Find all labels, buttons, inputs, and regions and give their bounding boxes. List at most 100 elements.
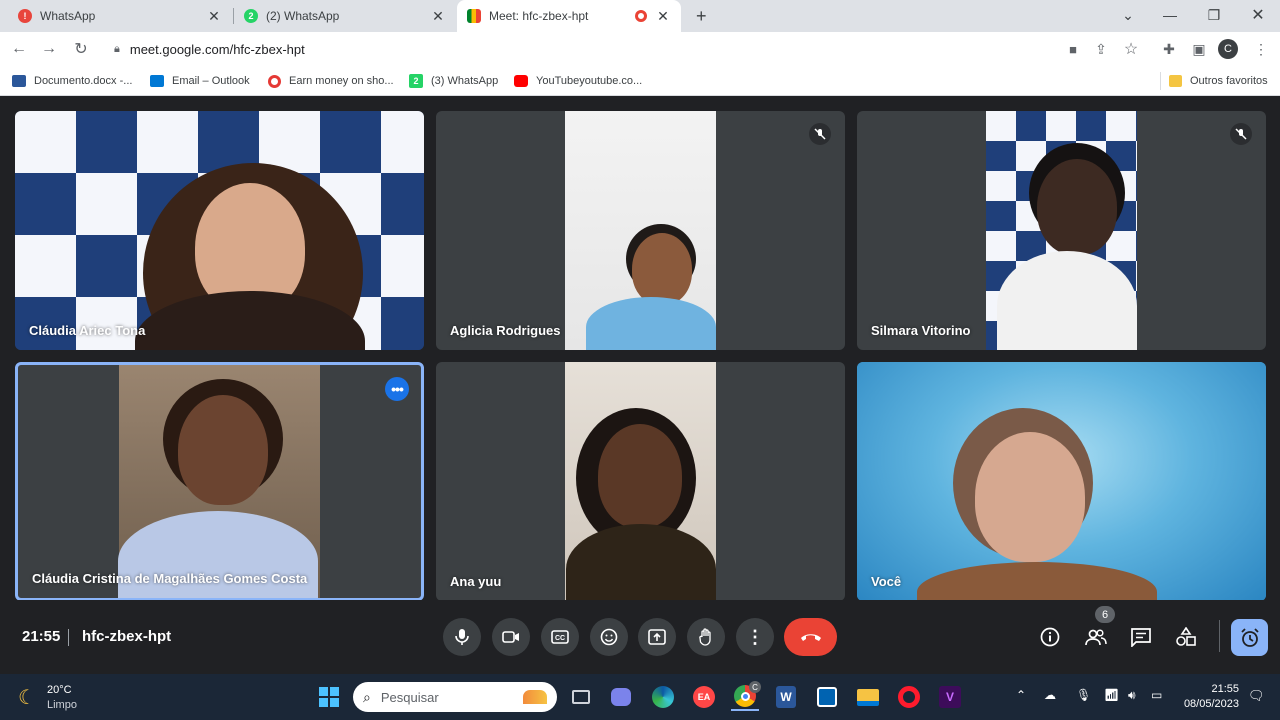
youtube-icon xyxy=(514,75,528,87)
lock-icon: 🔒︎ xyxy=(114,42,120,55)
camera-button[interactable] xyxy=(492,618,530,656)
more-options-button[interactable]: ••• xyxy=(385,377,409,401)
participant-name: Cláudia Cristina de Magalhães Gomes Cost… xyxy=(32,571,308,586)
forward-arrow-icon[interactable]: → xyxy=(38,38,60,60)
volume-icon[interactable]: 🔊︎ xyxy=(1128,688,1136,703)
participant-name: Cláudia Ariec Tona xyxy=(29,323,146,338)
people-button[interactable] xyxy=(1083,624,1109,650)
participant-tile[interactable]: Aglicia Rodrigues xyxy=(436,111,845,350)
participant-name: Aglicia Rodrigues xyxy=(450,323,561,338)
participant-tile-active[interactable]: ••• Cláudia Cristina de Magalhães Gomes … xyxy=(15,362,424,601)
bookmark-documento[interactable]: Documento.docx -... xyxy=(12,72,132,90)
tab-search-icon[interactable]: ⌄ xyxy=(1106,0,1150,30)
captions-button[interactable]: CC xyxy=(541,618,579,656)
profile-avatar[interactable]: C xyxy=(1218,39,1238,59)
search-icon: ⌕ xyxy=(363,688,371,705)
raise-hand-button[interactable] xyxy=(687,618,725,656)
taskbar-search[interactable]: ⌕ Pesquisar xyxy=(353,682,557,712)
cloud-icon[interactable]: ☁ xyxy=(1044,688,1056,702)
reload-icon[interactable]: ↻ xyxy=(70,38,92,60)
menu-dots-icon[interactable]: ⋮ xyxy=(1250,38,1272,60)
participant-tile[interactable]: Cláudia Ariec Tona xyxy=(15,111,424,350)
participant-count-badge: 6 xyxy=(1095,606,1115,623)
taskbar-time[interactable]: 21:55 xyxy=(1181,683,1239,695)
close-tab-icon[interactable]: ✕ xyxy=(206,8,222,25)
participant-tile[interactable]: Ana yuu xyxy=(436,362,845,601)
notifications-icon[interactable]: 🗨︎ xyxy=(1248,688,1265,704)
new-tab-button[interactable]: + xyxy=(686,0,716,32)
video-editor-icon[interactable]: V xyxy=(936,683,964,711)
edge-icon[interactable] xyxy=(649,683,677,711)
whatsapp-icon: 2 xyxy=(244,9,258,23)
bookmark-youtube[interactable]: YouTubeyoutube.co... xyxy=(514,72,642,90)
microphone-icon xyxy=(455,629,469,645)
browser-window: ! WhatsApp ✕ 2 (2) WhatsApp ✕ Meet: hfc-… xyxy=(0,0,1280,96)
show-hidden-icons[interactable]: ⌃ xyxy=(1016,688,1026,702)
share-icon[interactable]: ⇪ xyxy=(1090,38,1112,60)
side-panel-icon[interactable]: ▣ xyxy=(1188,38,1210,60)
more-options-button[interactable]: ⋮ xyxy=(736,618,774,656)
chat-button[interactable] xyxy=(1128,624,1154,650)
whatsapp-icon: 2 xyxy=(409,74,423,88)
present-button[interactable] xyxy=(638,618,676,656)
close-tab-icon[interactable]: ✕ xyxy=(430,8,446,25)
face xyxy=(178,395,268,505)
info-icon xyxy=(1040,627,1060,647)
bookmark-star-icon[interactable]: ☆ xyxy=(1120,38,1142,60)
outlook-icon xyxy=(150,75,164,87)
moon-weather-icon: ☾ xyxy=(18,687,36,709)
battery-icon[interactable]: ▭ xyxy=(1151,688,1162,702)
meeting-clock: 21:55 xyxy=(22,628,61,645)
bookmark-label: Documento.docx -... xyxy=(34,75,133,87)
ea-app-icon[interactable]: EA xyxy=(690,683,718,711)
bookmark-earn-money[interactable]: Earn money on sho... xyxy=(268,72,394,90)
word-taskbar-icon[interactable]: W xyxy=(772,683,800,711)
bookmark-label: Outros favoritos xyxy=(1190,75,1268,87)
microphone-button[interactable] xyxy=(443,618,481,656)
tab-whatsapp-1[interactable]: ! WhatsApp ✕ xyxy=(8,0,232,32)
reactions-button[interactable] xyxy=(590,618,628,656)
activities-button[interactable] xyxy=(1173,624,1199,650)
back-arrow-icon[interactable]: ← xyxy=(8,38,30,60)
word-icon xyxy=(12,75,26,87)
file-explorer-icon[interactable] xyxy=(854,683,882,711)
chrome-taskbar-icon[interactable]: C xyxy=(731,681,761,711)
snipping-tool-icon[interactable] xyxy=(813,683,841,711)
close-tab-icon[interactable]: ✕ xyxy=(655,8,671,25)
participant-name: Silmara Vitorino xyxy=(871,323,971,338)
maximize-icon[interactable]: ❐ xyxy=(1192,0,1236,30)
address-bar[interactable]: 🔒︎ meet.google.com/hfc-zbex-hpt xyxy=(100,36,1150,62)
meeting-details-button[interactable] xyxy=(1037,624,1063,650)
task-view-icon[interactable] xyxy=(567,683,595,711)
meeting-code: hfc-zbex-hpt xyxy=(82,628,172,645)
participant-tile[interactable]: Silmara Vitorino xyxy=(857,111,1266,350)
minimize-icon[interactable]: — xyxy=(1148,0,1192,30)
bookmark-whatsapp[interactable]: 2 (3) WhatsApp xyxy=(409,72,498,90)
more-vert-icon: ⋮ xyxy=(746,626,764,647)
other-bookmarks[interactable]: Outros favoritos xyxy=(1160,72,1268,90)
close-window-icon[interactable]: ✕ xyxy=(1236,0,1280,30)
windows-start-button[interactable] xyxy=(315,683,343,711)
bookmark-label: (3) WhatsApp xyxy=(431,75,499,87)
face xyxy=(632,233,692,305)
tab-strip: ! WhatsApp ✕ 2 (2) WhatsApp ✕ Meet: hfc-… xyxy=(0,0,1280,32)
opera-icon[interactable] xyxy=(895,683,923,711)
chat-icon xyxy=(1131,627,1151,647)
teams-chat-icon[interactable] xyxy=(607,683,635,711)
microphone-tray-icon[interactable]: 🎙︎ xyxy=(1076,688,1091,702)
camera-in-use-icon[interactable]: ■ xyxy=(1062,38,1084,60)
end-call-button[interactable] xyxy=(784,618,837,656)
body xyxy=(586,297,716,350)
participant-tile-self[interactable]: Você xyxy=(857,362,1266,601)
weather-temp: 20°C xyxy=(47,684,72,696)
tab-meet[interactable]: Meet: hfc-zbex-hpt ✕ xyxy=(457,0,681,32)
wifi-icon[interactable]: 📶︎ xyxy=(1104,688,1119,702)
host-controls-button[interactable] xyxy=(1231,619,1268,656)
taskbar-date[interactable]: 08/05/2023 xyxy=(1181,698,1239,710)
bookmark-outlook[interactable]: Email – Outlook xyxy=(150,72,250,90)
mic-muted-icon xyxy=(1230,123,1252,145)
extensions-icon[interactable]: ✚ xyxy=(1158,38,1180,60)
mic-muted-icon xyxy=(809,123,831,145)
tab-whatsapp-2[interactable]: 2 (2) WhatsApp ✕ xyxy=(234,0,456,32)
alarm-clock-icon xyxy=(1240,627,1259,647)
